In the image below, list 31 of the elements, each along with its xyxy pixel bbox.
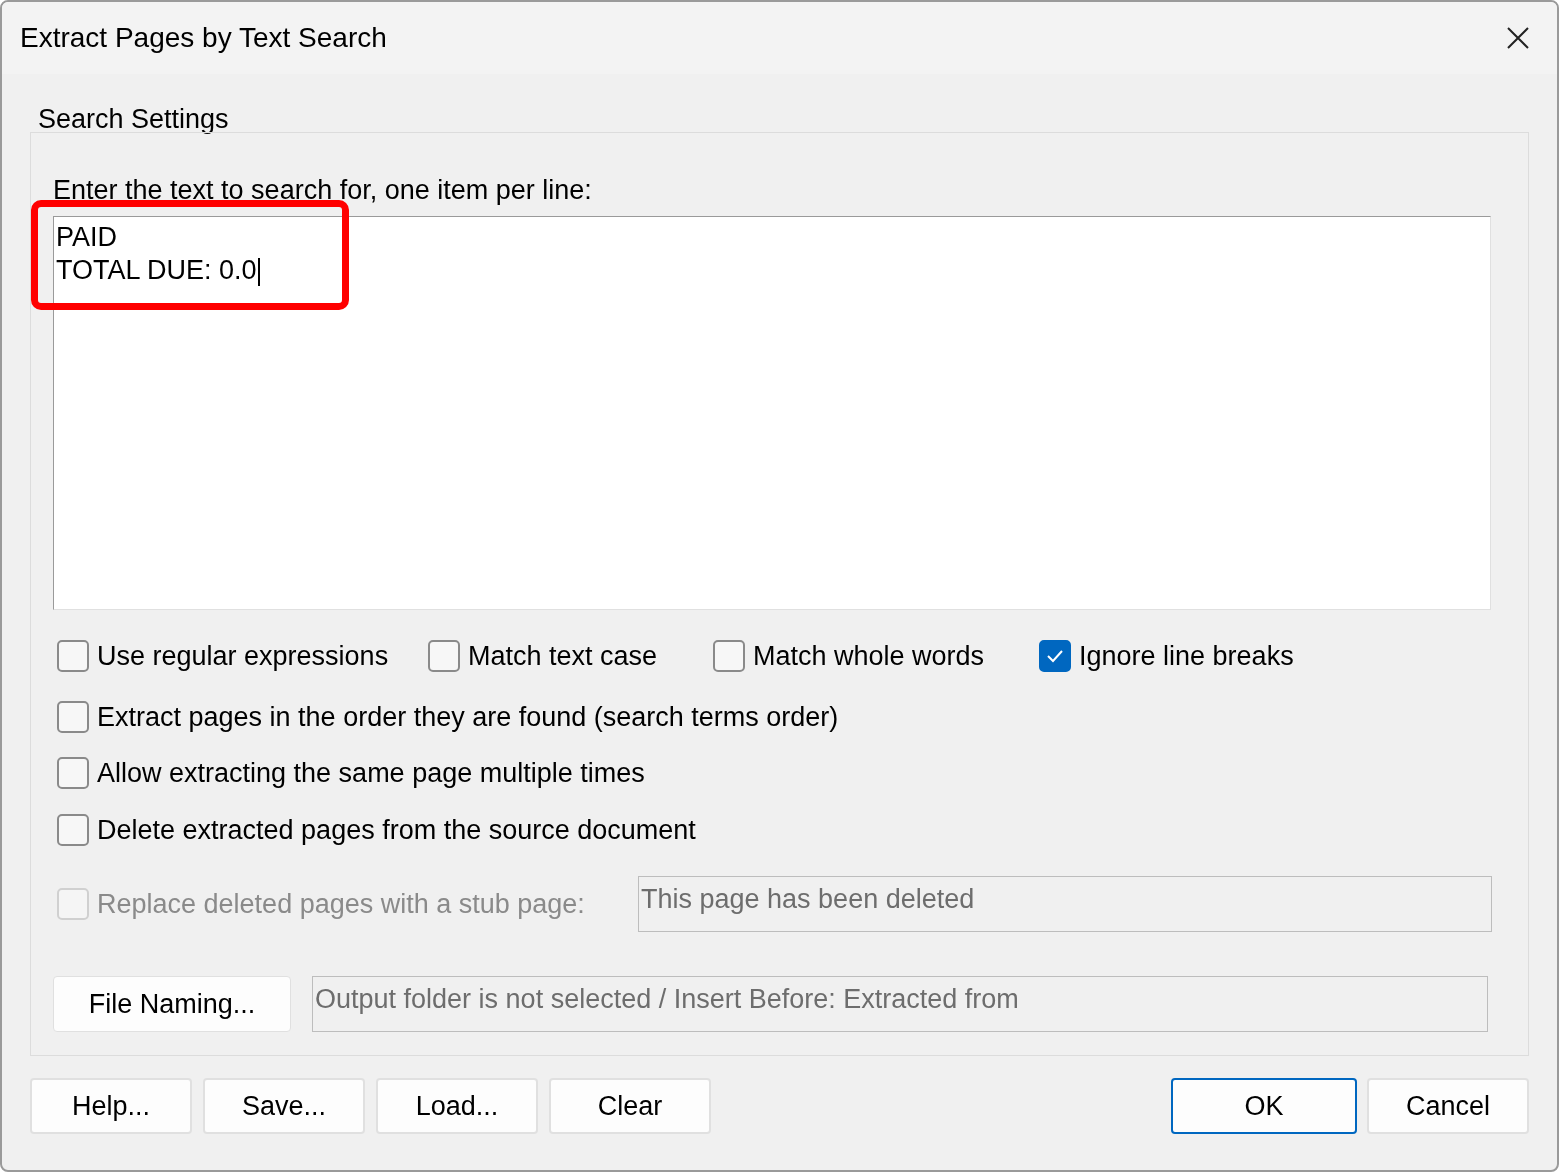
checkbox[interactable] xyxy=(1039,640,1071,673)
checkbox-label: Use regular expressions xyxy=(97,640,389,673)
checkmark-icon xyxy=(1046,649,1064,664)
checkbox-label: Extract pages in the order they are found (search terms order) xyxy=(97,700,839,734)
window-title: Extract Pages by Text Search xyxy=(20,21,387,55)
checkbox-label: Replace deleted pages with a stub page: xyxy=(97,887,585,921)
dialog-button[interactable]: OK xyxy=(1171,1078,1357,1134)
dialog-button[interactable]: Help... xyxy=(30,1078,192,1134)
checkbox[interactable] xyxy=(428,640,460,673)
checkbox-label: Ignore line breaks xyxy=(1079,640,1294,673)
checkbox[interactable] xyxy=(713,640,745,673)
checkbox-label: Match whole words xyxy=(753,640,985,673)
group-title: Search Settings xyxy=(38,106,230,134)
dialog-button[interactable]: Cancel xyxy=(1367,1078,1529,1134)
checkbox-label: Delete extracted pages from the source document xyxy=(97,813,696,847)
file-naming-button[interactable]: File Naming... xyxy=(53,976,291,1032)
dialog-button[interactable]: Load... xyxy=(376,1078,538,1134)
search-label: Enter the text to search for, one item per line: xyxy=(53,177,593,204)
close-icon[interactable] xyxy=(1507,27,1529,49)
dialog-button[interactable]: Clear xyxy=(549,1078,711,1134)
search-text-line: PAID xyxy=(56,221,117,254)
dialog-button[interactable]: Save... xyxy=(203,1078,365,1134)
checkbox[interactable] xyxy=(57,700,89,733)
text-cursor xyxy=(257,257,260,286)
checkbox[interactable] xyxy=(57,813,89,846)
checkbox-label: Match text case xyxy=(468,640,658,673)
search-text-line: TOTAL DUE: 0.0 xyxy=(56,254,260,287)
checkbox[interactable] xyxy=(57,757,89,790)
checkbox-label: Allow extracting the same page multiple times xyxy=(97,757,645,790)
search-text-area[interactable]: PAID TOTAL DUE: 0.0 xyxy=(53,216,1491,610)
checkbox[interactable] xyxy=(57,640,89,673)
